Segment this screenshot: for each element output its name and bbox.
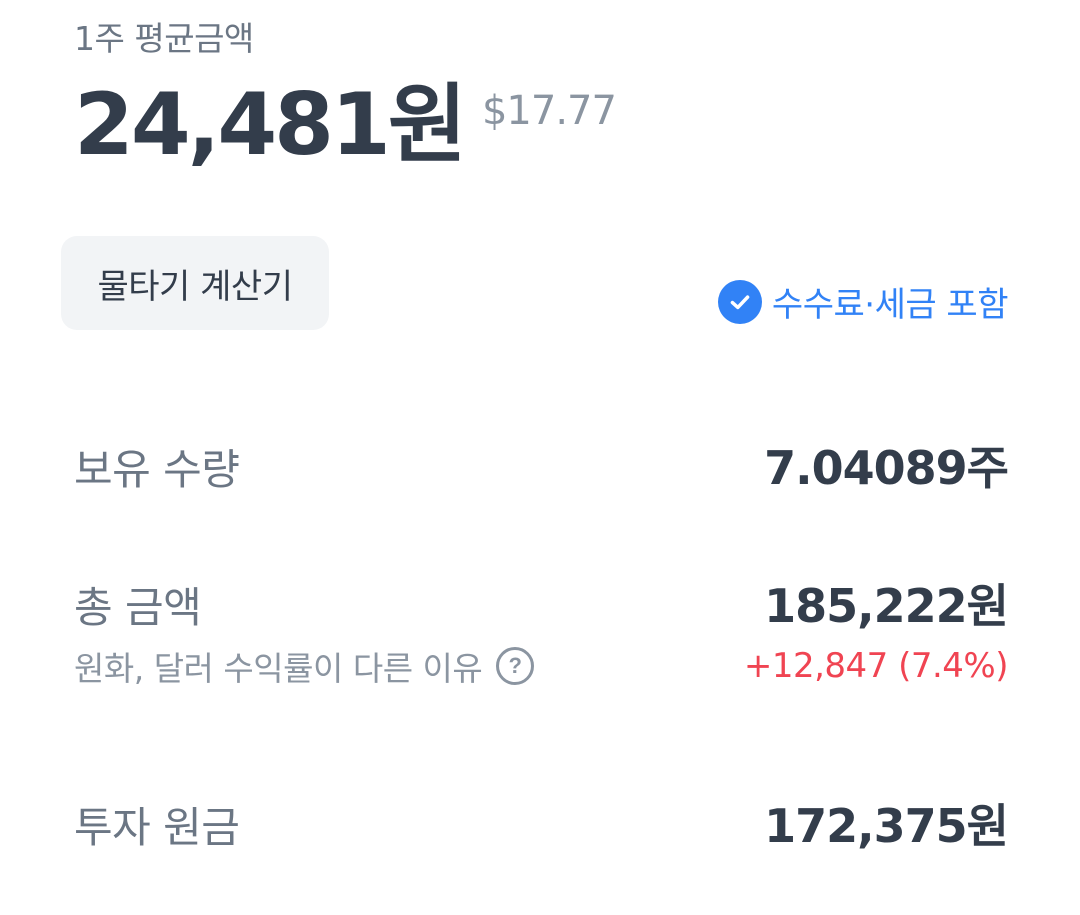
holdings-label: 보유 수량 xyxy=(74,445,240,494)
fee-tax-include-label: 수수료·세금 포함 xyxy=(771,285,1009,325)
check-circle-icon xyxy=(717,279,762,324)
average-price-label: 1주 평균금액 xyxy=(74,19,254,58)
holdings-value: 7.04089주 xyxy=(764,441,1009,495)
holdings-row: 보유 수량 7.04089주 xyxy=(74,432,1009,498)
principal-row: 투자 원금 172,375원 xyxy=(74,790,1009,856)
averaging-calculator-button[interactable]: 물타기 계산기 xyxy=(61,236,329,330)
average-price-usd: $17.77 xyxy=(481,88,617,134)
profit-value: +12,847 (7.4%) xyxy=(743,646,1009,686)
average-price-krw: 24,481원 xyxy=(74,75,467,175)
question-circle-icon: ? xyxy=(496,647,535,685)
return-difference-label: 원화, 달러 수익률이 다른 이유 xyxy=(74,649,483,688)
total-amount-sub-row: 원화, 달러 수익률이 다른 이유 ? +12,847 (7.4%) xyxy=(74,642,1009,690)
fee-tax-include-toggle[interactable]: 수수료·세금 포함 xyxy=(717,277,1009,326)
total-amount-value: 185,222원 xyxy=(764,579,1009,633)
average-price-row: 24,481원 $17.77 xyxy=(74,75,617,175)
principal-label: 투자 원금 xyxy=(74,803,240,852)
total-amount-label: 총 금액 xyxy=(74,583,202,632)
return-difference-info-link[interactable]: 원화, 달러 수익률이 다른 이유 ? xyxy=(74,642,535,690)
principal-value: 172,375원 xyxy=(764,799,1009,853)
total-amount-row: 총 금액 185,222원 xyxy=(74,570,1009,636)
